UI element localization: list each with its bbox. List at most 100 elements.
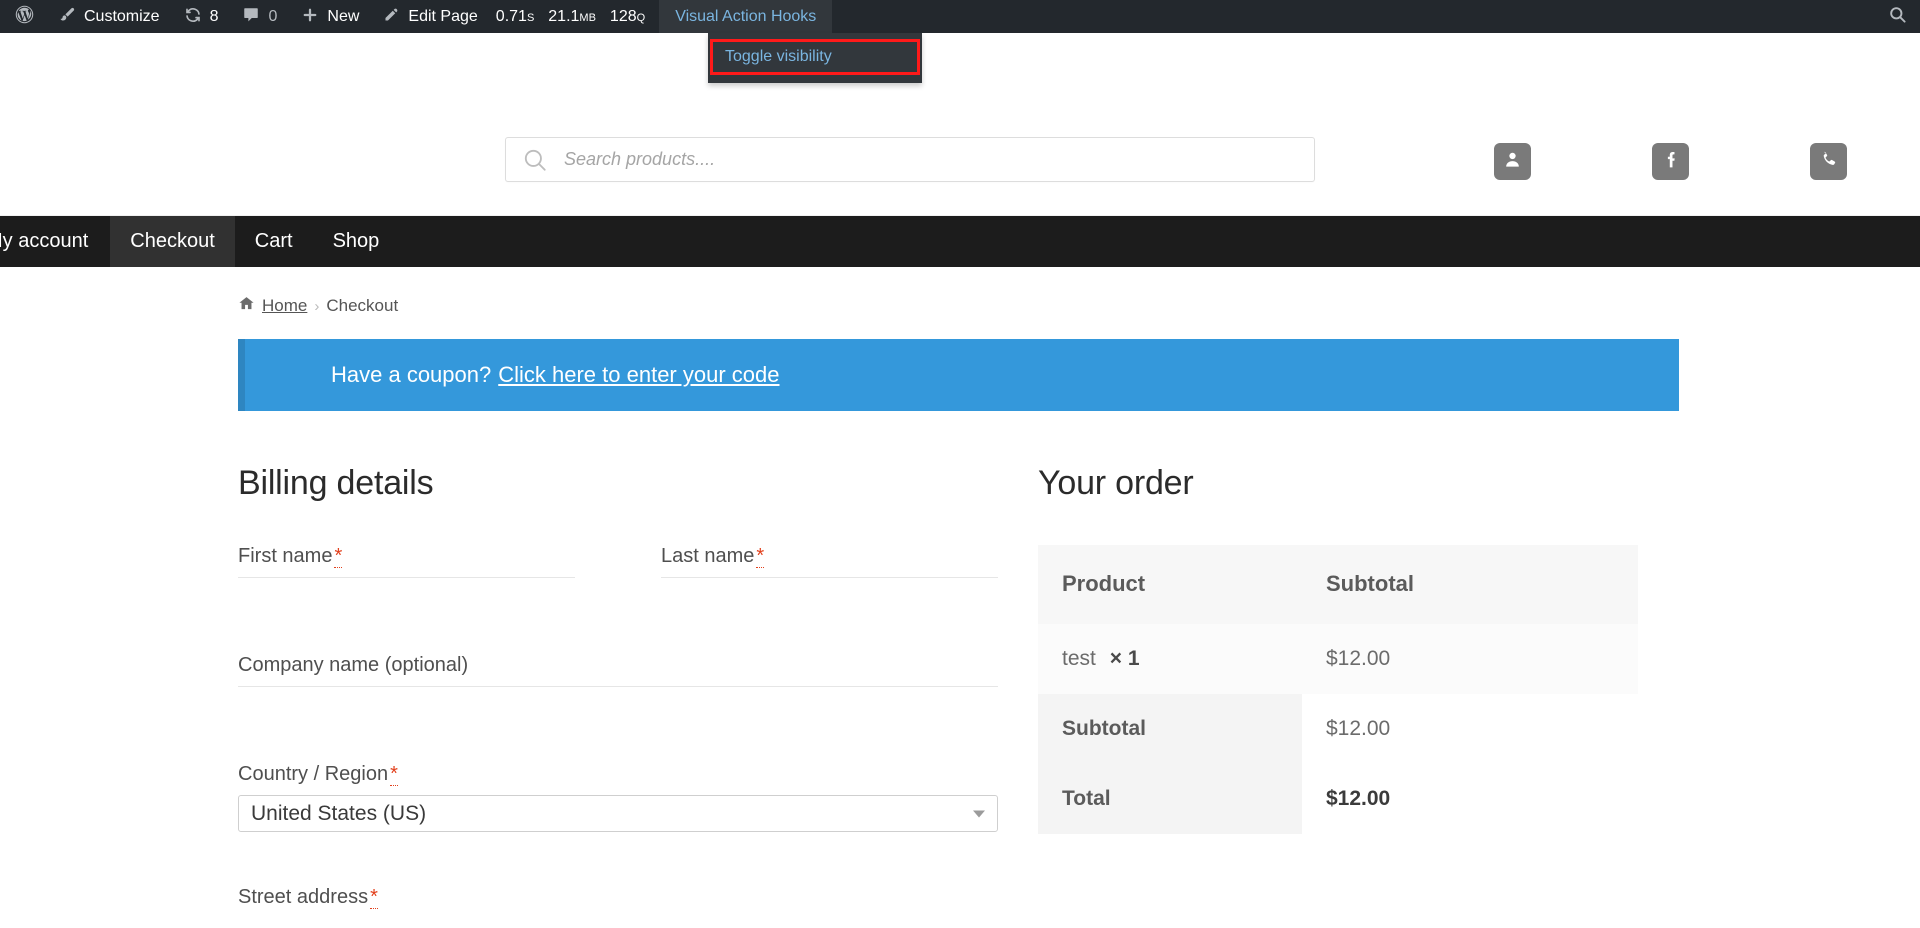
search-input[interactable] <box>562 148 1298 171</box>
first-name-field: First name * <box>238 545 575 628</box>
account-icon-button[interactable] <box>1494 143 1531 180</box>
order-subtotal-label: Subtotal <box>1038 694 1302 764</box>
order-table-head: Product Subtotal <box>1038 545 1638 624</box>
first-name-label: First name * <box>238 545 343 568</box>
required-mark: * <box>756 545 765 568</box>
table-row: Subtotal $12.00 <box>1038 694 1638 764</box>
last-name-label: Last name * <box>661 545 765 568</box>
comments-count: 0 <box>268 7 278 25</box>
wp-admin-bar: Customize 8 0 New Edit Page 0.71S 21.1MB… <box>0 0 1920 83</box>
updates-button[interactable]: 8 <box>172 0 231 33</box>
adminbar-search-button[interactable] <box>1874 0 1920 33</box>
breadcrumb-separator: › <box>314 297 320 315</box>
required-mark: * <box>390 763 398 786</box>
required-mark: * <box>334 545 343 568</box>
order-review-section: Your order Product Subtotal test × 1 $12… <box>1038 464 1638 928</box>
search-icon <box>522 147 548 173</box>
coupon-text: Have a coupon? <box>331 362 492 387</box>
cart-item-qty: × 1 <box>1109 647 1140 670</box>
breadcrumb: Home › Checkout <box>0 267 1920 317</box>
billing-details-section: Billing details First name * Last name * C… <box>238 464 998 928</box>
product-search-box[interactable] <box>505 137 1315 182</box>
visual-action-hooks-menu[interactable]: Visual Action Hooks <box>659 0 833 33</box>
page-content: Home › Checkout Have a coupon? Click her… <box>0 267 1920 928</box>
billing-title: Billing details <box>238 464 434 502</box>
visual-action-hooks-dropdown: Toggle visibility <box>708 33 922 83</box>
order-subtotal-value: $12.00 <box>1302 694 1638 764</box>
last-name-field: Last name * <box>661 545 998 628</box>
perf-memory: 21.1MB <box>548 7 596 25</box>
header-icon-group <box>1494 143 1847 180</box>
last-name-input[interactable] <box>661 577 998 628</box>
site-header <box>0 33 1920 216</box>
company-name-label: Company name (optional) <box>238 654 469 676</box>
nav-label: Cart <box>254 230 293 252</box>
nav-label: My account <box>0 230 89 252</box>
order-table-body: test × 1 $12.00 <box>1038 624 1638 694</box>
first-name-input[interactable] <box>238 577 575 628</box>
menu-item-toggle-visibility[interactable]: Toggle visibility <box>725 48 832 66</box>
user-icon <box>1503 150 1522 174</box>
comments-button[interactable]: 0 <box>230 0 289 33</box>
visual-action-hooks-label: Visual Action Hooks <box>675 7 817 25</box>
edit-page-label: Edit Page <box>408 7 478 25</box>
country-label: Country / Region * <box>238 763 398 786</box>
name-fields-row: First name * Last name * <box>238 545 998 654</box>
new-content-button[interactable]: New <box>289 0 371 33</box>
paintbrush-icon <box>59 6 76 27</box>
street-address-field: Street address * <box>238 886 998 909</box>
required-mark: * <box>370 886 378 909</box>
facebook-icon <box>1661 150 1680 174</box>
nav-label: Shop <box>332 230 380 252</box>
nav-label: Checkout <box>130 230 215 252</box>
order-table-foot: Subtotal $12.00 Total $12.00 <box>1038 694 1638 834</box>
nav-item-checkout[interactable]: Checkout <box>110 216 235 267</box>
order-total-value: $12.00 <box>1302 764 1638 834</box>
new-label: New <box>327 7 360 25</box>
phone-icon <box>1819 150 1838 174</box>
cart-item-name: test <box>1062 647 1096 670</box>
adminbar-spacer <box>832 0 1874 33</box>
checkout-columns: Billing details First name * Last name * C… <box>238 464 1920 928</box>
breadcrumb-current: Checkout <box>326 296 399 315</box>
nav-item-cart[interactable]: Cart <box>235 216 313 267</box>
cart-item-subtotal: $12.00 <box>1302 624 1638 694</box>
perf-queries: 128Q <box>609 7 646 25</box>
order-total-label: Total <box>1038 764 1302 834</box>
customize-button[interactable]: Customize <box>47 0 172 33</box>
order-table-header-row: Product Subtotal <box>1038 545 1638 624</box>
table-row: test × 1 $12.00 <box>1038 624 1638 694</box>
country-select[interactable]: United States (US) <box>238 795 998 832</box>
comment-bubble-icon <box>242 6 260 28</box>
updates-icon <box>184 6 202 28</box>
column-header-product: Product <box>1038 545 1302 624</box>
table-row: Total $12.00 <box>1038 764 1638 834</box>
edit-page-button[interactable]: Edit Page <box>371 0 489 33</box>
wordpress-logo-button[interactable] <box>0 0 47 33</box>
perf-time: 0.71S <box>495 7 535 25</box>
order-title: Your order <box>1038 464 1194 502</box>
coupon-notice: Have a coupon? Click here to enter your … <box>238 339 1679 411</box>
street-address-label: Street address * <box>238 886 378 909</box>
coupon-link[interactable]: Click here to enter your code <box>498 362 779 388</box>
cart-item-name-cell: test × 1 <box>1038 624 1302 694</box>
toggle-visibility-highlight: Toggle visibility <box>710 39 920 75</box>
country-select-wrap: United States (US) <box>238 795 998 832</box>
company-name-field: Company name (optional) <box>238 654 998 737</box>
nav-item-shop[interactable]: Shop <box>313 216 400 267</box>
search-icon <box>1888 5 1907 29</box>
order-review-table: Product Subtotal test × 1 $12.00 Subtota… <box>1038 545 1638 834</box>
column-header-subtotal: Subtotal <box>1302 545 1638 624</box>
phone-icon-button[interactable] <box>1810 143 1847 180</box>
wordpress-logo-icon <box>14 4 35 29</box>
plus-icon <box>301 6 319 28</box>
facebook-icon-button[interactable] <box>1652 143 1689 180</box>
field-spacer <box>238 858 998 886</box>
breadcrumb-home-link[interactable]: Home <box>262 296 307 316</box>
nav-item-my-account[interactable]: My account <box>0 216 110 267</box>
company-name-input[interactable] <box>238 686 998 737</box>
country-field: Country / Region * United States (US) <box>238 763 998 832</box>
performance-stats[interactable]: 0.71S 21.1MB 128Q <box>490 0 659 33</box>
updates-count: 8 <box>209 7 219 25</box>
main-navigation: My account Checkout Cart Shop <box>0 216 1920 267</box>
